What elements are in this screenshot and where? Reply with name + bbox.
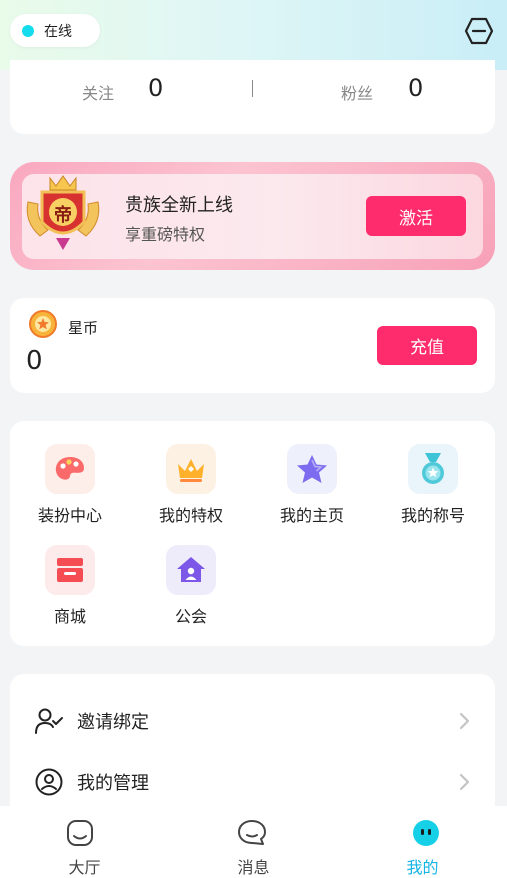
fans-count[interactable]: 0 xyxy=(408,74,423,102)
tab-label: 消息 xyxy=(237,858,270,877)
follow-label[interactable]: 关注 xyxy=(82,80,114,104)
medal-icon xyxy=(408,444,458,494)
chevron-right-icon xyxy=(458,773,472,791)
follow-count[interactable]: 0 xyxy=(148,74,163,102)
feature-label: 我的主页 xyxy=(279,506,344,525)
guild-house-icon xyxy=(166,545,216,595)
star-coin-card: 星币 0 充值 xyxy=(10,298,495,393)
feature-guild[interactable]: 公会 xyxy=(131,545,251,627)
feature-title[interactable]: 我的称号 xyxy=(373,444,493,526)
online-status-pill[interactable]: 在线 xyxy=(10,14,100,47)
fans-label[interactable]: 粉丝 xyxy=(341,80,373,104)
palette-icon xyxy=(45,444,95,494)
tab-hall[interactable]: 大厅 xyxy=(0,806,169,878)
message-icon xyxy=(237,818,267,848)
tab-messages[interactable]: 消息 xyxy=(169,806,338,878)
feature-label: 我的称号 xyxy=(400,506,465,525)
emperor-badge-text: 帝 xyxy=(54,205,72,226)
hall-icon xyxy=(65,818,95,848)
activate-button[interactable]: 激活 xyxy=(366,196,466,236)
exit-hexagon-icon[interactable] xyxy=(464,17,494,45)
feature-label: 公会 xyxy=(174,607,207,626)
user-circle-icon xyxy=(34,767,64,797)
vip-title: 贵族全新上线 xyxy=(125,195,233,216)
mine-face-icon xyxy=(411,818,441,848)
feature-label: 装扮中心 xyxy=(37,506,102,525)
star-coin-icon xyxy=(28,309,58,339)
feature-shop[interactable]: 商城 xyxy=(10,545,130,627)
shop-icon xyxy=(45,545,95,595)
bottom-tab-bar: 大厅 消息 我的 xyxy=(0,806,507,878)
online-dot-icon xyxy=(22,24,34,37)
feature-label: 我的特权 xyxy=(158,506,223,525)
menu-label: 我的管理 xyxy=(77,773,149,794)
menu-item-my-management[interactable]: 我的管理 xyxy=(10,754,495,810)
menu-item-invite-bind[interactable]: 邀请绑定 xyxy=(10,693,495,749)
star-icon xyxy=(287,444,337,494)
feature-privilege[interactable]: 我的特权 xyxy=(131,444,251,526)
follow-stats-card: 关注 0 粉丝 0 xyxy=(10,60,495,134)
tab-label: 我的 xyxy=(406,858,439,877)
crown-icon xyxy=(166,444,216,494)
tab-mine[interactable]: 我的 xyxy=(338,806,507,878)
settings-menu: 邀请绑定 我的管理 xyxy=(10,674,495,814)
tab-label: 大厅 xyxy=(68,858,101,877)
emperor-badge-icon: 帝 xyxy=(22,172,104,252)
chevron-right-icon xyxy=(458,712,472,730)
coin-label: 星币 xyxy=(68,319,99,337)
recharge-button[interactable]: 充值 xyxy=(377,326,477,365)
feature-grid: 装扮中心 我的特权 我的主页 我的称号 商城 公会 xyxy=(10,421,495,646)
user-check-icon xyxy=(34,706,64,736)
feature-label: 商城 xyxy=(53,607,86,626)
online-status-text: 在线 xyxy=(44,23,72,40)
feature-dressup[interactable]: 装扮中心 xyxy=(10,444,130,526)
feature-homepage[interactable]: 我的主页 xyxy=(252,444,372,526)
vip-subtitle: 享重磅特权 xyxy=(125,225,206,244)
stat-divider xyxy=(252,80,253,97)
menu-label: 邀请绑定 xyxy=(77,712,149,733)
coin-balance: 0 xyxy=(26,346,43,376)
